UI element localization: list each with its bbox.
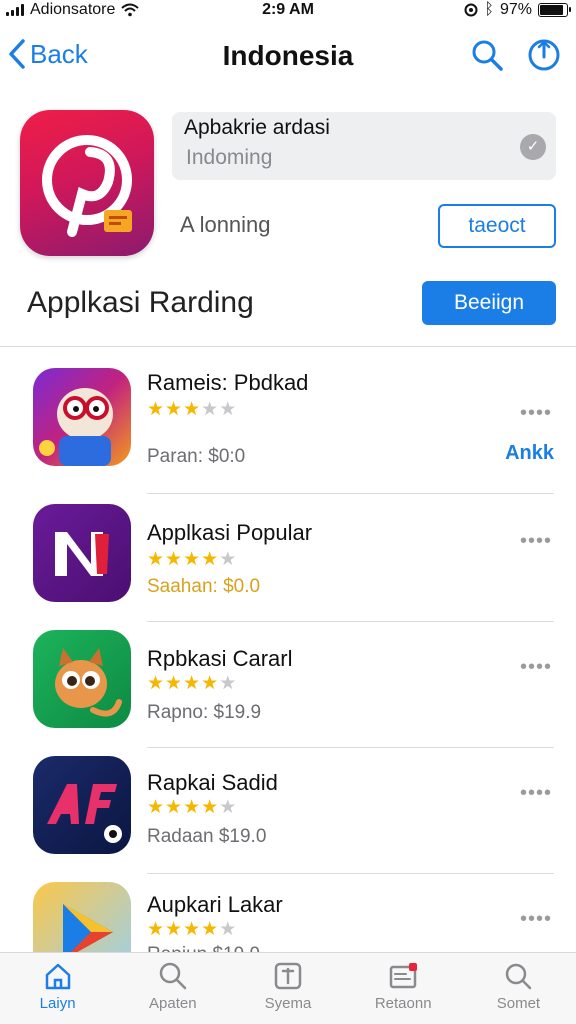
search-icon <box>159 962 187 990</box>
get-button[interactable]: Ankk <box>505 442 554 465</box>
home-icon <box>45 963 70 990</box>
more-icon[interactable]: •••• <box>520 530 552 553</box>
star-filled-icon: ★ <box>183 919 201 940</box>
more-icon[interactable]: •••• <box>520 402 552 425</box>
tab-home[interactable]: Laiyn <box>0 953 115 1024</box>
app-title: Rameis: Pbdkad <box>147 370 309 395</box>
star-filled-icon: ★ <box>201 673 219 694</box>
tab-updates[interactable]: Retaonn <box>346 953 461 1024</box>
loading-label: A lonning <box>180 212 271 237</box>
star-filled-icon: ★ <box>165 797 183 818</box>
star-filled-icon: ★ <box>147 399 165 420</box>
bluetooth-icon: ᛒ <box>484 1 494 18</box>
search-icon <box>506 963 532 990</box>
star-empty-icon: ★ <box>219 399 237 420</box>
status-bar: Adionsatore 2:9 AM ᛒ 97% <box>0 0 576 22</box>
af-logo-icon <box>47 784 122 843</box>
tab-search[interactable]: Apaten <box>115 953 230 1024</box>
star-filled-icon: ★ <box>147 673 165 694</box>
compass-icon <box>528 39 560 71</box>
list-item[interactable]: Rpbkasi Cararl ★ ★ ★ ★ ★ Rapno: $19.9 •••• <box>0 622 576 748</box>
tab-label: Somet <box>496 995 541 1012</box>
search-field-subtitle: Indoming <box>186 146 273 169</box>
app-price: Saahan: $0.0 <box>147 576 261 597</box>
tab-label: Syema <box>264 995 312 1012</box>
more-icon[interactable]: •••• <box>520 656 552 679</box>
primary-action-button[interactable]: Beeiign <box>422 281 556 325</box>
row-divider <box>147 493 554 494</box>
rating-stars: ★ ★ ★ ★ ★ <box>147 674 236 693</box>
star-empty-icon: ★ <box>201 399 219 420</box>
section-divider <box>0 346 576 347</box>
search-button[interactable] <box>470 38 504 77</box>
rating-stars: ★ ★ ★ ★ ★ <box>147 920 236 939</box>
star-filled-icon: ★ <box>183 673 201 694</box>
outline-action-button[interactable]: taeoct <box>438 204 556 248</box>
star-filled-icon: ★ <box>201 549 219 570</box>
tab-explore[interactable]: Somet <box>461 953 576 1024</box>
star-empty-icon: ★ <box>219 549 237 570</box>
mail-icon <box>389 963 418 989</box>
rating-stars: ★ ★ ★ ★ ★ <box>147 798 236 817</box>
list-item[interactable]: Rameis: Pbdkad ★ ★ ★ ★ ★ Paran: $0:0 •••• An… <box>0 368 576 494</box>
more-icon[interactable]: •••• <box>520 782 552 805</box>
app-title: Aupkari Lakar <box>147 892 283 917</box>
tab-add[interactable]: Syema <box>230 953 345 1024</box>
app-icon <box>33 756 131 854</box>
featured-app-icon[interactable] <box>20 110 154 256</box>
star-empty-icon: ★ <box>219 797 237 818</box>
tab-bar: Laiyn Apaten Syema Retaonn Somet <box>0 952 576 1024</box>
location-icon <box>464 3 478 17</box>
rating-stars: ★ ★ ★ ★ ★ <box>147 400 236 419</box>
tab-label: Laiyn <box>39 995 76 1012</box>
more-icon[interactable]: •••• <box>520 908 552 931</box>
star-filled-icon: ★ <box>165 673 183 694</box>
status-right: ᛒ 97% <box>464 1 571 19</box>
star-empty-icon: ★ <box>219 919 237 940</box>
star-filled-icon: ★ <box>183 399 201 420</box>
star-filled-icon: ★ <box>183 797 201 818</box>
app-icon <box>33 368 131 466</box>
star-filled-icon: ★ <box>201 797 219 818</box>
list-item[interactable]: Rapkai Sadid ★ ★ ★ ★ ★ Radaan $19.0 •••• <box>0 748 576 874</box>
letter-n-icon <box>55 532 109 576</box>
app-price: Radaan $19.0 <box>147 826 267 847</box>
app-price: Rapno: $19.9 <box>147 702 262 723</box>
app-title: Applkasi Popular <box>147 520 313 545</box>
star-filled-icon: ★ <box>165 919 183 940</box>
clear-icon[interactable]: ✓ <box>520 134 546 160</box>
battery-icon <box>538 3 571 17</box>
star-filled-icon: ★ <box>147 919 165 940</box>
star-filled-icon: ★ <box>165 549 183 570</box>
star-filled-icon: ★ <box>147 797 165 818</box>
tab-label: Retaonn <box>374 995 432 1012</box>
navigation-bar: Back Indonesia <box>0 30 576 80</box>
star-filled-icon: ★ <box>147 549 165 570</box>
battery-percent: 97% <box>499 1 532 18</box>
app-icon <box>33 630 131 728</box>
list-item[interactable]: Applkasi Popular ★ ★ ★ ★ ★ Saahan: $0.0 •••• <box>0 496 576 622</box>
owl-character-icon <box>55 648 122 717</box>
search-field-title: Apbakrie ardasi <box>184 116 330 139</box>
compass-button[interactable] <box>527 38 561 77</box>
star-empty-icon: ★ <box>219 673 237 694</box>
star-filled-icon: ★ <box>165 399 183 420</box>
rating-stars: ★ ★ ★ ★ ★ <box>147 550 236 569</box>
star-filled-icon: ★ <box>201 919 219 940</box>
star-filled-icon: ★ <box>183 549 201 570</box>
pinterest-logo-icon <box>42 135 132 237</box>
app-price: Paran: $0:0 <box>147 446 246 467</box>
character-icon <box>39 388 113 466</box>
tab-label: Apaten <box>149 995 197 1012</box>
app-title: Rpbkasi Cararl <box>147 646 293 671</box>
plus-box-icon <box>274 962 302 990</box>
app-title: Rapkai Sadid <box>147 770 278 795</box>
app-icon <box>33 504 131 602</box>
section-title: Applkasi Rarding <box>27 286 254 319</box>
search-icon <box>472 40 503 71</box>
search-field[interactable]: Apbakrie ardasi Indoming ✓ <box>172 112 556 180</box>
battery-fill <box>540 5 563 15</box>
